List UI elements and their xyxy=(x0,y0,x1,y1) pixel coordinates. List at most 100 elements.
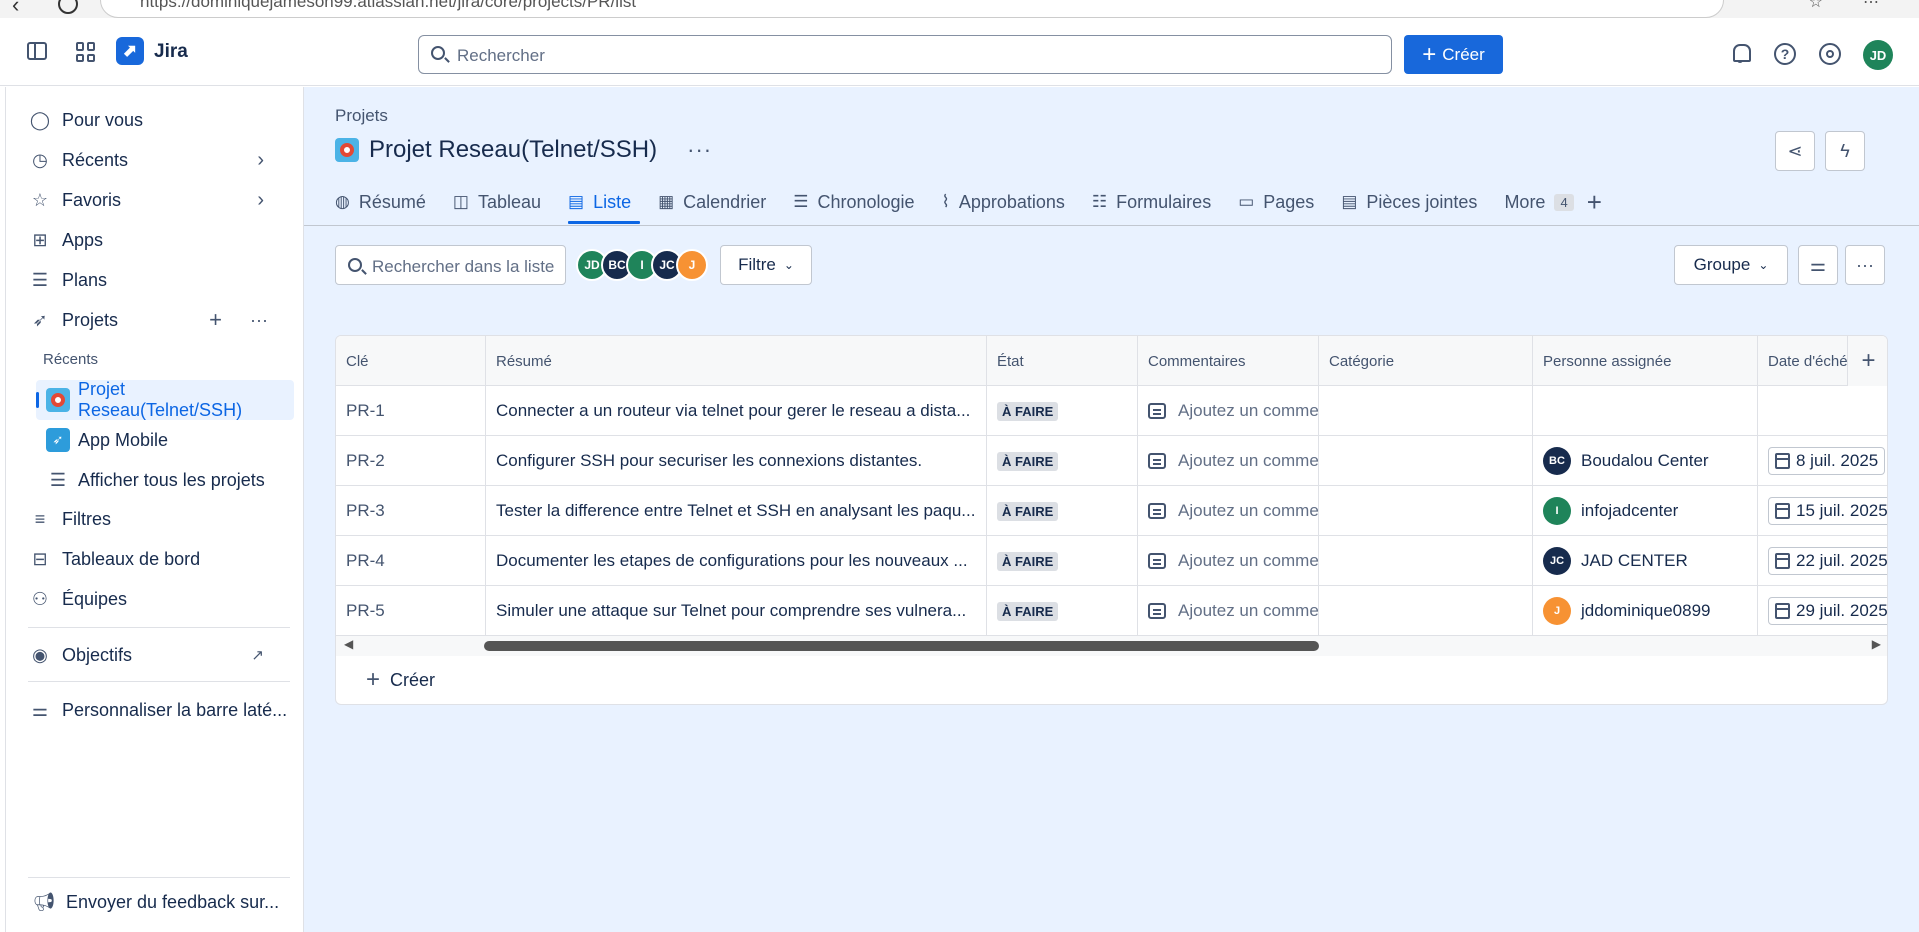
due-date-cell[interactable]: 15 juil. 2025 xyxy=(1758,486,1887,536)
sidebar-item-filters[interactable]: ≡ Filtres xyxy=(28,501,288,537)
issue-key[interactable]: PR-5 xyxy=(336,586,486,636)
breadcrumb[interactable]: Projets xyxy=(335,106,388,126)
add-column-icon[interactable]: + xyxy=(1847,336,1887,386)
column-header-key[interactable]: Clé xyxy=(336,336,486,386)
share-icon[interactable]: ⋖ xyxy=(1775,131,1815,171)
column-header-state[interactable]: État xyxy=(987,336,1138,386)
table-row[interactable]: PR-5 Simuler une attaque sur Telnet pour… xyxy=(336,586,1887,636)
comment-cell[interactable]: Ajoutez un comme xyxy=(1138,536,1319,586)
category-cell[interactable] xyxy=(1319,436,1533,486)
sidebar-project-app-mobile[interactable]: ➶ App Mobile xyxy=(36,420,294,460)
tab-summary[interactable]: ◍ Résumé xyxy=(335,182,453,222)
due-date-cell[interactable]: 22 juil. 2025 xyxy=(1758,536,1887,586)
sidebar-feedback[interactable]: 📢︎ Envoyer du feedback sur... xyxy=(32,884,292,920)
table-row[interactable]: PR-1 Connecter a un routeur via telnet p… xyxy=(336,386,1887,436)
sidebar-item-for-you[interactable]: ◯ Pour vous xyxy=(28,102,288,138)
issue-key[interactable]: PR-3 xyxy=(336,486,486,536)
view-settings-icon[interactable]: ⚌ xyxy=(1798,245,1838,285)
more-actions-icon[interactable]: ··· xyxy=(687,137,712,163)
app-name[interactable]: Jira xyxy=(154,41,188,63)
table-row[interactable]: PR-4 Documenter les etapes de configurat… xyxy=(336,536,1887,586)
column-header-assignee[interactable]: Personne assignée xyxy=(1533,336,1758,386)
status-badge[interactable]: À FAIRE xyxy=(997,601,1059,621)
sidebar-item-dashboards[interactable]: ⊟ Tableaux de bord xyxy=(28,541,288,577)
jira-logo-icon[interactable]: ⬈ xyxy=(116,37,144,65)
issue-summary[interactable]: Configurer SSH pour securiser les connex… xyxy=(486,436,987,486)
table-row[interactable]: PR-2 Configurer SSH pour securiser les c… xyxy=(336,436,1887,486)
sidebar-item-recent[interactable]: ◷ Récents › xyxy=(28,142,288,178)
sidebar-item-plans[interactable]: ☰ Plans xyxy=(28,262,288,298)
tab-timeline[interactable]: ☰ Chronologie xyxy=(793,182,941,222)
help-icon[interactable]: ? xyxy=(1774,43,1796,65)
issue-summary[interactable]: Simuler une attaque sur Telnet pour comp… xyxy=(486,586,987,636)
user-avatar[interactable]: JD xyxy=(1863,40,1893,70)
settings-gear-icon[interactable] xyxy=(1819,43,1841,65)
assignee-cell[interactable]: JC JAD CENTER xyxy=(1533,536,1758,586)
tab-approvals[interactable]: ⌇ Approbations xyxy=(942,182,1092,222)
category-cell[interactable] xyxy=(1319,536,1533,586)
status-badge[interactable]: À FAIRE xyxy=(997,401,1059,421)
issue-key[interactable]: PR-2 xyxy=(336,436,486,486)
issue-summary[interactable]: Documenter les etapes de configurations … xyxy=(486,536,987,586)
issue-key[interactable]: PR-1 xyxy=(336,386,486,436)
table-row[interactable]: PR-3 Tester la difference entre Telnet e… xyxy=(336,486,1887,536)
list-search-input[interactable]: Rechercher dans la liste xyxy=(335,245,566,285)
sidebar-item-favorites[interactable]: ☆ Favoris › xyxy=(28,182,288,218)
add-project-icon[interactable]: + xyxy=(209,307,222,333)
scroll-left-arrow-icon[interactable]: ◀ xyxy=(344,637,353,651)
tab-list[interactable]: ▤ Liste xyxy=(568,182,658,224)
chevron-right-icon[interactable]: › xyxy=(257,189,264,212)
assignee-cell[interactable] xyxy=(1533,386,1758,436)
external-link-icon[interactable]: ↗ xyxy=(251,646,264,664)
create-issue-button[interactable]: + Créer xyxy=(366,666,435,694)
column-header-comments[interactable]: Commentaires xyxy=(1138,336,1319,386)
comment-cell[interactable]: Ajoutez un comme xyxy=(1138,386,1319,436)
category-cell[interactable] xyxy=(1319,386,1533,436)
avatar[interactable]: J xyxy=(676,249,708,281)
group-button[interactable]: Groupe ⌄ xyxy=(1674,245,1788,285)
tab-forms[interactable]: ☷ Formulaires xyxy=(1092,182,1238,222)
automation-lightning-icon[interactable]: ϟ xyxy=(1825,131,1865,171)
tab-calendar[interactable]: ▦ Calendrier xyxy=(658,182,793,222)
more-icon[interactable]: ··· xyxy=(1845,245,1885,285)
app-switcher-icon[interactable] xyxy=(76,42,96,62)
assignee-cell[interactable]: BC Boudalou Center xyxy=(1533,436,1758,486)
sidebar-toggle-icon[interactable] xyxy=(27,42,47,60)
issue-summary[interactable]: Connecter a un routeur via telnet pour g… xyxy=(486,386,987,436)
favorite-star-icon[interactable]: ☆ xyxy=(1809,0,1823,12)
sidebar-item-projects[interactable]: ➶ Projets + ··· xyxy=(28,302,288,338)
create-button[interactable]: + Créer xyxy=(1404,35,1503,74)
issue-key[interactable]: PR-4 xyxy=(336,536,486,586)
scroll-right-arrow-icon[interactable]: ▶ xyxy=(1872,637,1881,651)
column-header-category[interactable]: Catégorie xyxy=(1319,336,1533,386)
url-text[interactable]: https://dominiquejameson99.atlassian.net… xyxy=(140,0,636,12)
global-search-input[interactable]: Rechercher xyxy=(418,35,1392,74)
assignee-cell[interactable]: Jjddominique0899 xyxy=(1533,586,1758,636)
issue-summary[interactable]: Tester la difference entre Telnet et SSH… xyxy=(486,486,987,536)
sidebar-all-projects[interactable]: ☰ Afficher tous les projets xyxy=(36,460,294,500)
comment-cell[interactable]: Ajoutez un comme xyxy=(1138,436,1319,486)
sidebar-project-reseau[interactable]: Projet Reseau(Telnet/SSH) xyxy=(36,379,294,420)
status-badge[interactable]: À FAIRE xyxy=(997,451,1059,471)
status-badge[interactable]: À FAIRE xyxy=(997,551,1059,571)
sidebar-customize[interactable]: ⚌ Personnaliser la barre laté... xyxy=(28,692,288,728)
tab-pages[interactable]: ▭ Pages xyxy=(1238,182,1341,222)
reload-icon[interactable] xyxy=(58,0,78,14)
due-date-cell[interactable] xyxy=(1758,386,1887,436)
comment-cell[interactable]: Ajoutez un comme xyxy=(1138,486,1319,536)
notifications-bell-icon[interactable] xyxy=(1729,43,1751,65)
column-header-summary[interactable]: Résumé xyxy=(486,336,987,386)
add-tab-icon[interactable]: + xyxy=(1587,182,1602,222)
tab-board[interactable]: ◫ Tableau xyxy=(453,182,568,222)
category-cell[interactable] xyxy=(1319,586,1533,636)
status-badge[interactable]: À FAIRE xyxy=(997,501,1059,521)
comment-cell[interactable]: Ajoutez un comme xyxy=(1138,586,1319,636)
chevron-right-icon[interactable]: › xyxy=(257,149,264,172)
due-date-cell[interactable]: 29 juil. 2025 xyxy=(1758,586,1887,636)
category-cell[interactable] xyxy=(1319,486,1533,536)
back-icon[interactable]: ‹ xyxy=(12,0,19,18)
sidebar-item-objectives[interactable]: ◉ Objectifs ↗ xyxy=(28,637,288,673)
sidebar-item-teams[interactable]: ⚇ Équipes xyxy=(28,581,288,617)
more-icon[interactable]: ··· xyxy=(250,310,268,331)
scrollbar-thumb[interactable] xyxy=(484,641,1319,651)
